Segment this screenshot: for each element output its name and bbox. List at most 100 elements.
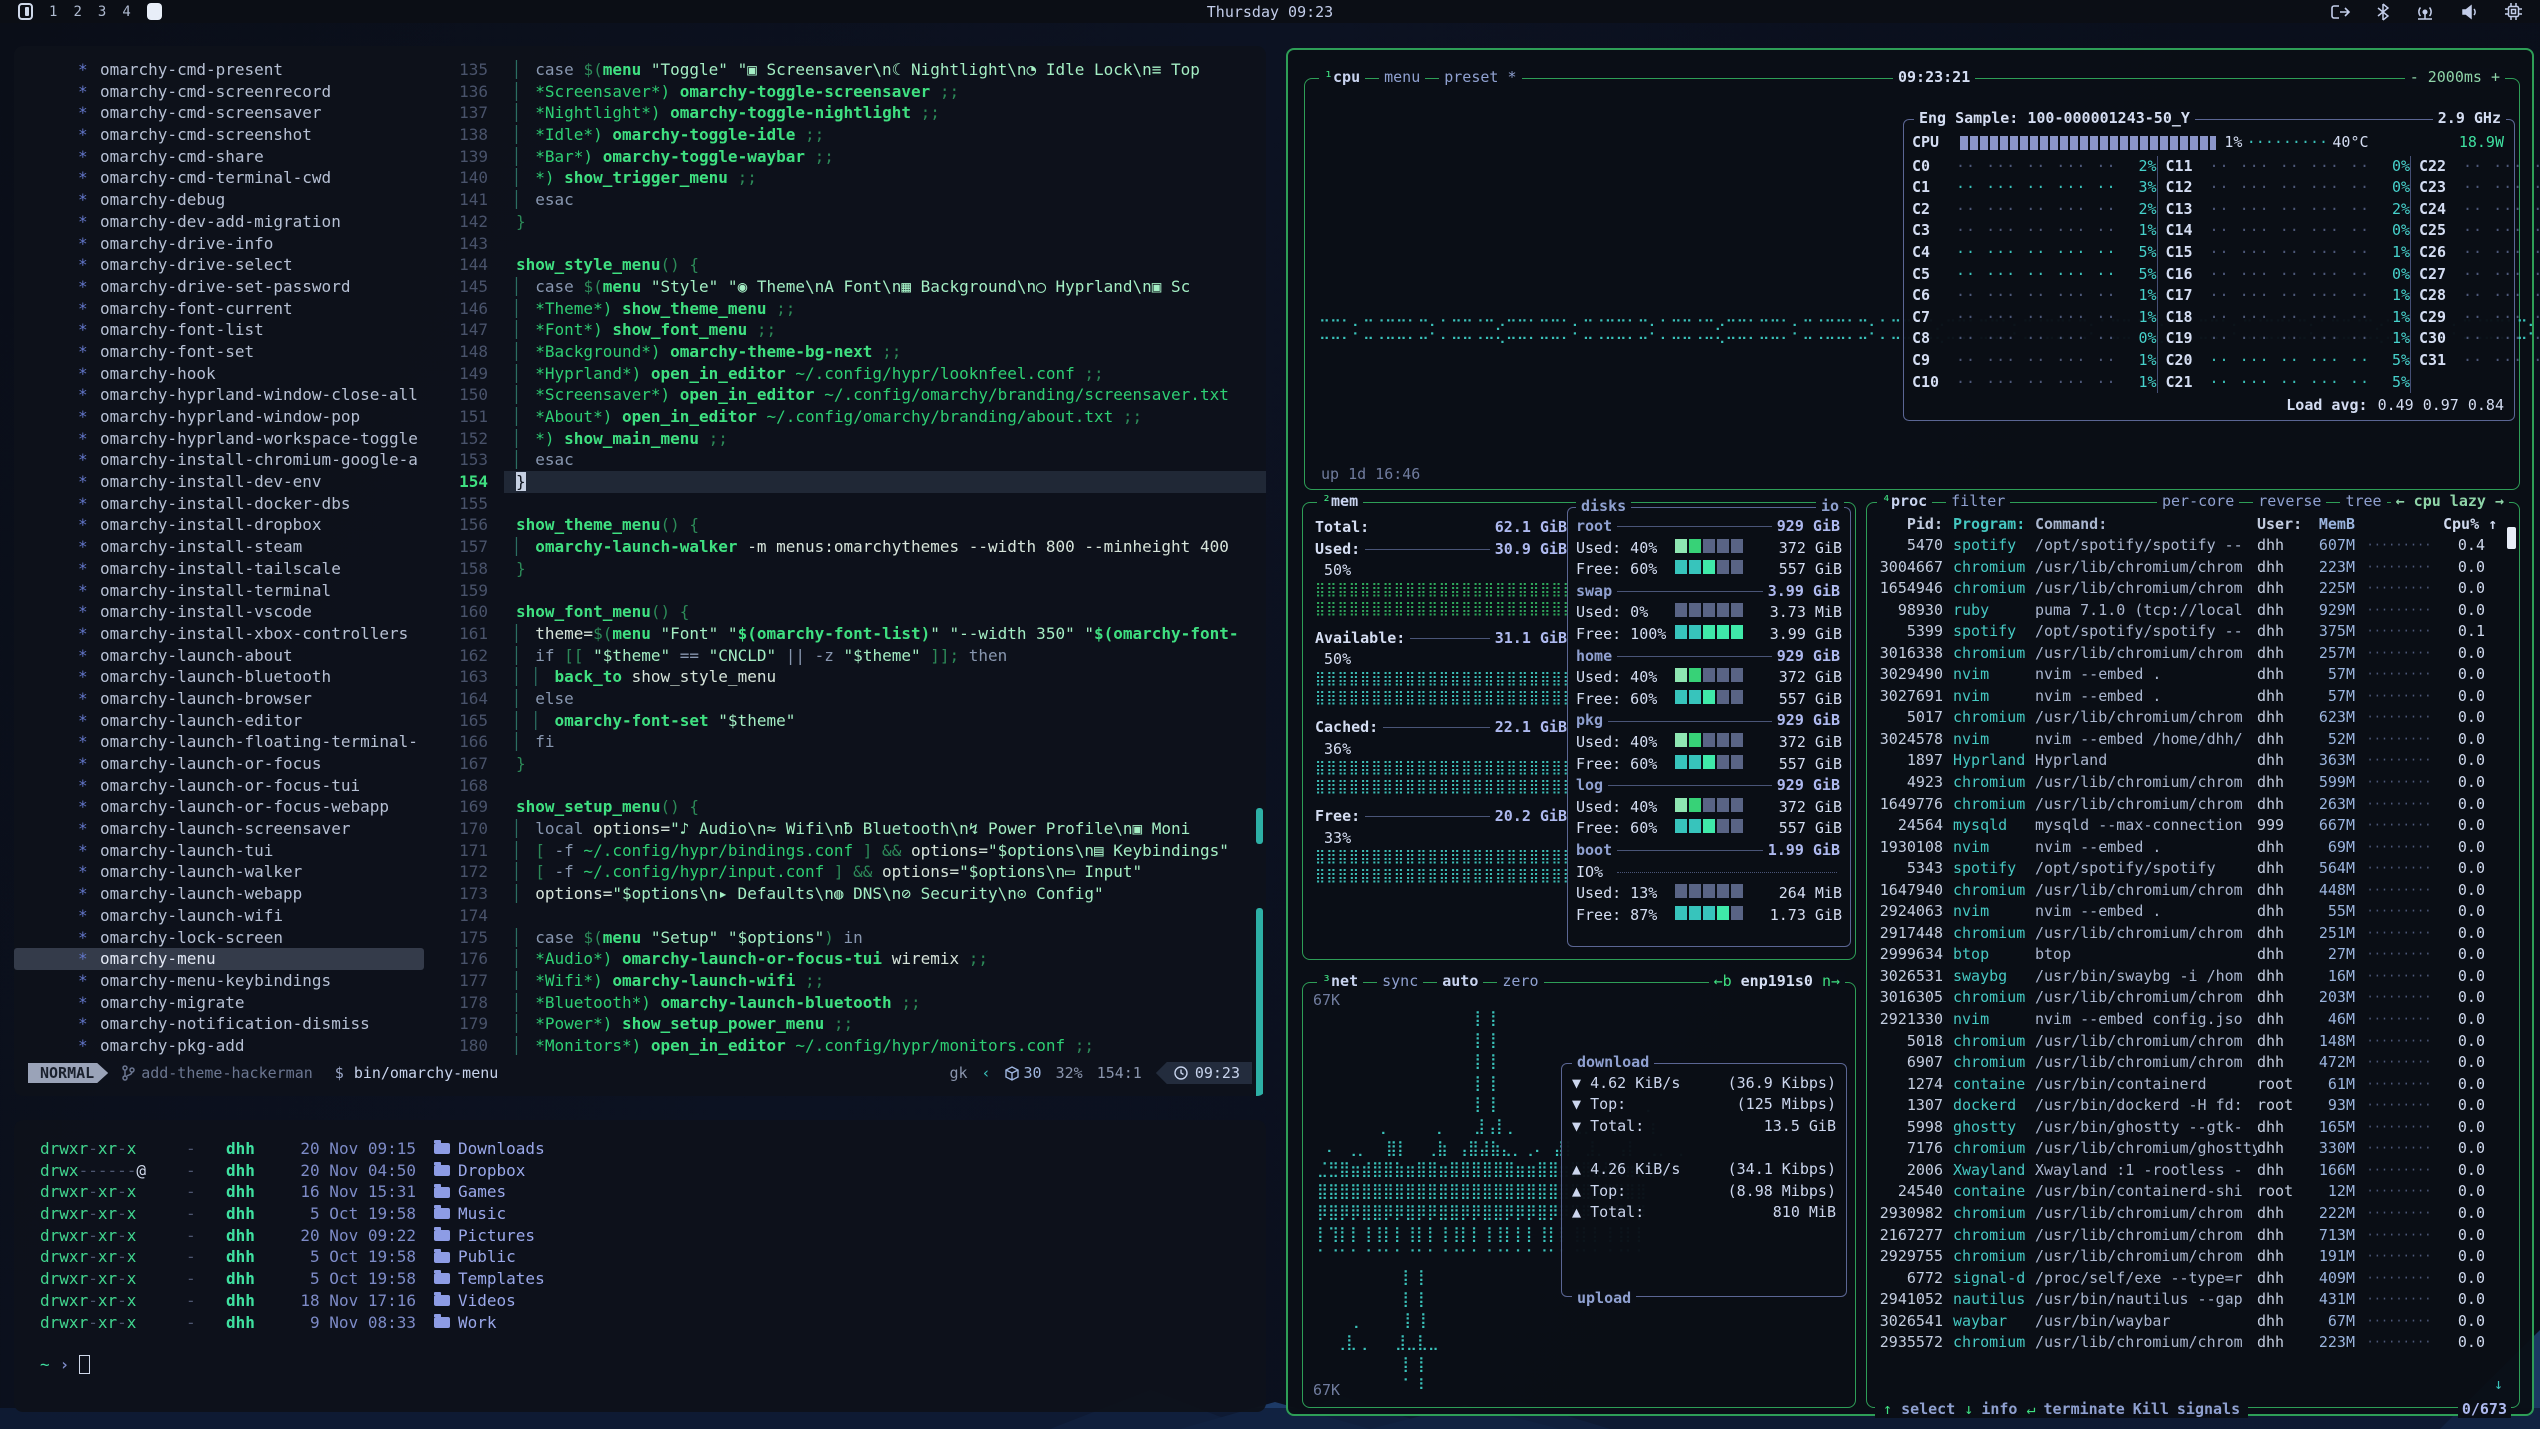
- editor-row[interactable]: *omarchy-install-vscode160show_font_menu…: [14, 601, 1266, 623]
- memory-box[interactable]: ²mem Total:62.1 GiBUsed:30.9 GiB 50%⣿⣿⣿⣿…: [1302, 502, 1856, 960]
- directory-row[interactable]: drwxr-xr-x-dhh5 Oct 19:58Public: [40, 1246, 1266, 1268]
- code-line[interactable]: ▏ case $(menu "Style" "◉ Theme\nA Font\n…: [504, 276, 1266, 298]
- editor-row[interactable]: *omarchy-launch-tui171▏ [ -f ~/.config/h…: [14, 840, 1266, 862]
- editor-row[interactable]: *omarchy-cmd-present135▏ case $(menu "To…: [14, 59, 1266, 81]
- code-line[interactable]: ▏ ▏ omarchy-font-set "$theme": [504, 710, 1266, 732]
- editor-row[interactable]: *omarchy-font-set148▏ *Background*) omar…: [14, 341, 1266, 363]
- directory-row[interactable]: drwxr-xr-x-dhh16 Nov 15:31Games: [40, 1181, 1266, 1203]
- file-item[interactable]: *omarchy-launch-walker: [14, 861, 424, 883]
- code-line[interactable]: ▏ *Theme*) show_theme_menu ;;: [504, 298, 1266, 320]
- code-line[interactable]: ▏ omarchy-launch-walker -m menus:omarchy…: [504, 536, 1266, 558]
- editor-row[interactable]: *omarchy-launch-wifi174: [14, 905, 1266, 927]
- process-row[interactable]: 3016305chromium/usr/lib/chromium/chromdh…: [1873, 987, 2511, 1009]
- editor-row[interactable]: *omarchy-launch-bluetooth163▏ ▏ back_to …: [14, 666, 1266, 688]
- editor-row[interactable]: *omarchy-cmd-screensaver137▏ *Nightlight…: [14, 102, 1266, 124]
- editor-row[interactable]: *omarchy-install-steam157▏ omarchy-launc…: [14, 536, 1266, 558]
- process-row[interactable]: 3024578nvimnvim --embed /home/dhh/dhh52M…: [1873, 729, 2511, 751]
- process-row[interactable]: 2929755chromium/usr/lib/chromium/chromdh…: [1873, 1246, 2511, 1268]
- code-line[interactable]: ▏ [ -f ~/.config/hypr/bindings.conf ] &&…: [504, 840, 1266, 862]
- editor-row[interactable]: *omarchy-launch-about162▏ if [[ "$theme"…: [14, 645, 1266, 667]
- code-line[interactable]: ▏ *Bluetooth*) omarchy-launch-bluetooth …: [504, 992, 1266, 1014]
- file-item[interactable]: *omarchy-install-xbox-controllers: [14, 623, 424, 645]
- process-row[interactable]: 1649776chromium/usr/lib/chromium/chromdh…: [1873, 794, 2511, 816]
- file-item[interactable]: *omarchy-cmd-terminal-cwd: [14, 167, 424, 189]
- file-item[interactable]: *omarchy-install-terminal: [14, 580, 424, 602]
- screencast-icon[interactable]: [2331, 4, 2351, 20]
- process-row[interactable]: 2006XwaylandXwayland :1 -rootless -dhh16…: [1873, 1160, 2511, 1182]
- code-line[interactable]: ▏ case $(menu "Setup" "$options") in: [504, 927, 1266, 949]
- editor-row[interactable]: *omarchy-lock-screen175▏ case $(menu "Se…: [14, 927, 1266, 949]
- file-item[interactable]: *omarchy-launch-browser: [14, 688, 424, 710]
- code-line[interactable]: ▏ options="$options\n▸ Defaults\n◍ DNS\n…: [504, 883, 1266, 905]
- editor-row[interactable]: *omarchy-launch-floating-terminal-166▏ f…: [14, 731, 1266, 753]
- editor-row[interactable]: *omarchy-hyprland-workspace-toggle152▏ *…: [14, 428, 1266, 450]
- process-row[interactable]: 2999634btopbtopdhh27M·········0.0: [1873, 944, 2511, 966]
- file-item[interactable]: *omarchy-launch-or-focus: [14, 753, 424, 775]
- file-item[interactable]: *omarchy-menu-keybindings: [14, 970, 424, 992]
- editor-row[interactable]: *omarchy-install-dropbox156show_theme_me…: [14, 514, 1266, 536]
- proc-tree-button[interactable]: tree: [2340, 492, 2386, 510]
- editor-row[interactable]: *omarchy-install-terminal159: [14, 580, 1266, 602]
- file-item[interactable]: *omarchy-install-vscode: [14, 601, 424, 623]
- process-row[interactable]: 3026541waybar/usr/bin/waybardhh67M······…: [1873, 1311, 2511, 1333]
- file-item[interactable]: *omarchy-hyprland-workspace-toggle: [14, 428, 424, 450]
- file-item[interactable]: *omarchy-drive-set-password: [14, 276, 424, 298]
- process-row[interactable]: 2167277chromium/usr/lib/chromium/chromdh…: [1873, 1225, 2511, 1247]
- code-line[interactable]: ▏ case $(menu "Toggle" "▣ Screensaver\n☾…: [504, 59, 1266, 81]
- proc-filter-button[interactable]: filter: [1946, 492, 2010, 510]
- code-line[interactable]: ▏ *) show_trigger_menu ;;: [504, 167, 1266, 189]
- file-item[interactable]: *omarchy-font-list: [14, 319, 424, 341]
- editor-row[interactable]: *omarchy-menu-keybindings177▏ *Wifi*) om…: [14, 970, 1266, 992]
- code-line[interactable]: [504, 493, 1266, 515]
- file-item[interactable]: *omarchy-cmd-present: [14, 59, 424, 81]
- process-row[interactable]: 3027691nvimnvim --embed .dhh57M·········…: [1873, 686, 2511, 708]
- editor-row[interactable]: *omarchy-font-list147▏ *Font*) show_font…: [14, 319, 1266, 341]
- process-row[interactable]: 2935572chromium/usr/lib/chromium/chromdh…: [1873, 1332, 2511, 1354]
- file-item[interactable]: *omarchy-migrate: [14, 992, 424, 1014]
- file-item[interactable]: *omarchy-install-steam: [14, 536, 424, 558]
- file-item[interactable]: *omarchy-install-dev-env: [14, 471, 424, 493]
- process-row[interactable]: 1307dockerd/usr/bin/dockerd -H fd:root93…: [1873, 1095, 2511, 1117]
- code-line[interactable]: ▏ *Background*) omarchy-theme-bg-next ;;: [504, 341, 1266, 363]
- bluetooth-icon[interactable]: [2377, 3, 2389, 21]
- net-auto-button[interactable]: auto: [1437, 972, 1483, 990]
- process-row[interactable]: 98930rubypuma 7.1.0 (tcp://localdhh929M·…: [1873, 600, 2511, 622]
- editor-row[interactable]: *omarchy-drive-info143: [14, 233, 1266, 255]
- files-terminal-window[interactable]: drwxr-xr-x-dhh20 Nov 09:15Downloadsdrwx-…: [14, 1120, 1266, 1412]
- process-row[interactable]: 3016338chromium/usr/lib/chromium/chromdh…: [1873, 643, 2511, 665]
- editor-row[interactable]: *omarchy-dev-add-migration142}: [14, 211, 1266, 233]
- directory-row[interactable]: drwxr-xr-x-dhh20 Nov 09:15Downloads: [40, 1138, 1266, 1160]
- editor-row[interactable]: *omarchy-menu176▏ *Audio*) omarchy-launc…: [14, 948, 1266, 970]
- process-row[interactable]: 24564mysqldmysqld --max-connection999667…: [1873, 815, 2511, 837]
- directory-row[interactable]: drwxr-xr-x-dhh20 Nov 09:22Pictures: [40, 1225, 1266, 1247]
- code-line[interactable]: [504, 233, 1266, 255]
- process-row[interactable]: 2924063nvimnvim --embed .dhh55M·········…: [1873, 901, 2511, 923]
- editor-row[interactable]: *omarchy-launch-or-focus-webapp169show_s…: [14, 796, 1266, 818]
- proc-percore-button[interactable]: per-core: [2157, 492, 2239, 510]
- code-line[interactable]: show_style_menu() {: [504, 254, 1266, 276]
- directory-row[interactable]: drwxr-xr-x-dhh9 Nov 08:33Work: [40, 1312, 1266, 1334]
- file-item[interactable]: *omarchy-launch-bluetooth: [14, 666, 424, 688]
- editor-row[interactable]: *omarchy-hyprland-window-close-all150▏ *…: [14, 384, 1266, 406]
- process-row[interactable]: 1647940chromium/usr/lib/chromium/chromdh…: [1873, 880, 2511, 902]
- directory-row[interactable]: drwx------@-dhh20 Nov 04:50Dropbox: [40, 1160, 1266, 1182]
- process-row[interactable]: 2917448chromium/usr/lib/chromium/chromdh…: [1873, 923, 2511, 945]
- editor-row[interactable]: *omarchy-debug141▏ esac: [14, 189, 1266, 211]
- process-row[interactable]: 2941052nautilus/usr/bin/nautilus --gapdh…: [1873, 1289, 2511, 1311]
- file-item[interactable]: *omarchy-launch-about: [14, 645, 424, 667]
- footer-hint[interactable]: info ↵: [1977, 1400, 2039, 1418]
- process-row[interactable]: 5018chromium/usr/lib/chromium/chromdhh14…: [1873, 1031, 2511, 1053]
- code-line[interactable]: ▏ ▏ back_to show_style_menu: [504, 666, 1266, 688]
- editor-row[interactable]: *omarchy-hook149▏ *Hyprland*) open_in_ed…: [14, 363, 1266, 385]
- update-interval[interactable]: - 2000ms +: [2405, 68, 2505, 86]
- process-row[interactable]: 1897HyprlandHyprlanddhh363M·········0.0: [1873, 750, 2511, 772]
- process-table-header[interactable]: Pid: Program: Command: User: MemB Cpu% ↑: [1873, 513, 2511, 535]
- file-item[interactable]: *omarchy-hook: [14, 363, 424, 385]
- file-item[interactable]: *omarchy-cmd-screensaver: [14, 102, 424, 124]
- process-row[interactable]: 4923chromium/usr/lib/chromium/chromdhh59…: [1873, 772, 2511, 794]
- process-row[interactable]: 2921330nvimnvim --embed config.jsodhh46M…: [1873, 1009, 2511, 1031]
- editor-row[interactable]: *omarchy-font-current146▏ *Theme*) show_…: [14, 298, 1266, 320]
- editor-row[interactable]: *omarchy-drive-set-password145▏ case $(m…: [14, 276, 1266, 298]
- file-item[interactable]: *omarchy-hyprland-window-close-all: [14, 384, 424, 406]
- code-line[interactable]: ▏ *Nightlight*) omarchy-toggle-nightligh…: [504, 102, 1266, 124]
